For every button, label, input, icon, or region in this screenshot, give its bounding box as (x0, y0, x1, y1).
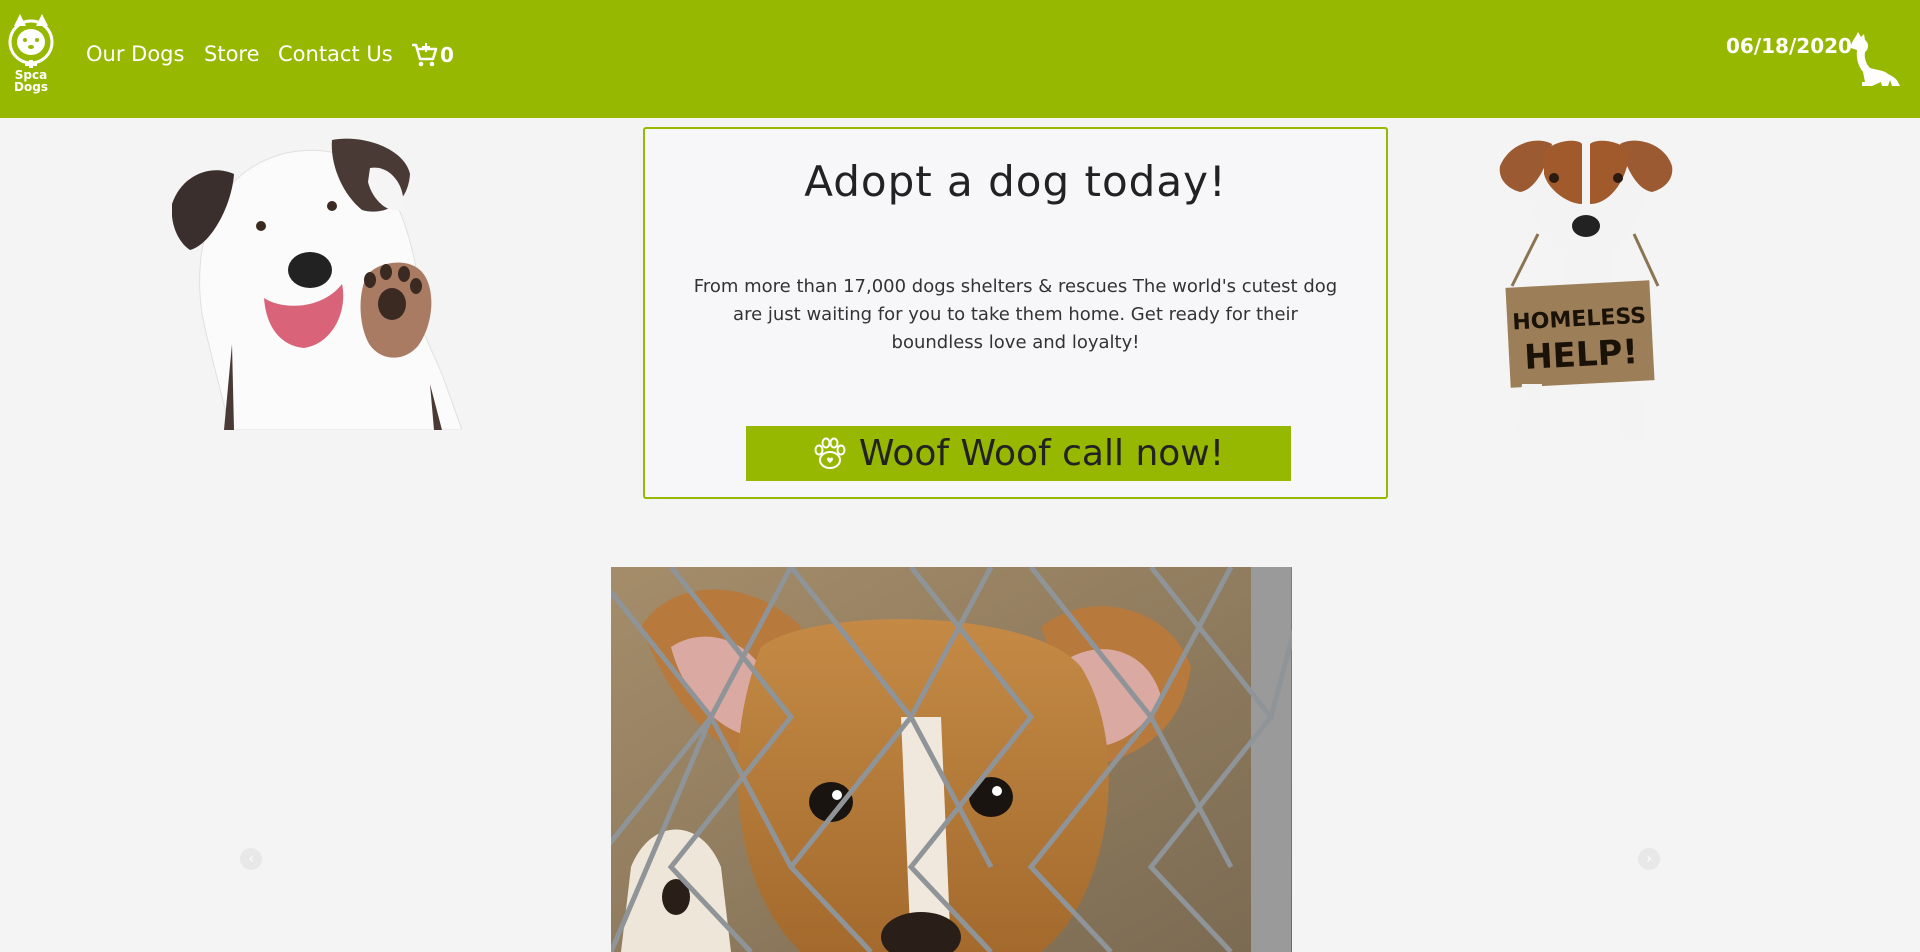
cart-icon (412, 43, 438, 67)
cart-button[interactable]: 0 (410, 42, 454, 68)
sign-line2: HELP! (1523, 332, 1639, 378)
waving-dog-image (172, 138, 462, 430)
brand-logo[interactable]: Spca Dogs (6, 12, 56, 98)
hero-description: From more than 17,000 dogs shelters & re… (693, 276, 1338, 353)
carousel-slide[interactable] (611, 567, 1292, 952)
logo-text-line2: Dogs (14, 80, 48, 94)
hero-card: Adopt a dog today! From more than 17,000… (643, 127, 1388, 499)
chevron-right-icon: › (1646, 851, 1652, 867)
call-now-label: Woof Woof call now! (858, 433, 1225, 474)
navbar: Spca Dogs Our Dogs Store Contact Us 0 06… (0, 0, 1920, 118)
nav-store[interactable]: Store (204, 42, 260, 66)
call-now-button[interactable]: Woof Woof call now! (746, 426, 1291, 481)
nav-contact-us[interactable]: Contact Us (278, 42, 393, 66)
chevron-left-icon: ‹ (248, 851, 254, 867)
homeless-dog-image: HOMELESS HELP! (1499, 136, 1673, 442)
dog-silhouette-icon (1850, 32, 1900, 86)
hero-title: Adopt a dog today! (804, 157, 1227, 206)
carousel-prev-button[interactable]: ‹ (240, 848, 262, 870)
nav-our-dogs[interactable]: Our Dogs (86, 42, 184, 66)
dog-logo-icon (8, 14, 54, 68)
caged-puppy-image (611, 567, 1292, 952)
paw-icon (814, 437, 846, 469)
current-date: 06/18/2020 (1726, 34, 1852, 58)
carousel-next-button[interactable]: › (1638, 848, 1660, 870)
logo-text: Spca Dogs (6, 69, 56, 93)
cart-count: 0 (440, 43, 454, 67)
